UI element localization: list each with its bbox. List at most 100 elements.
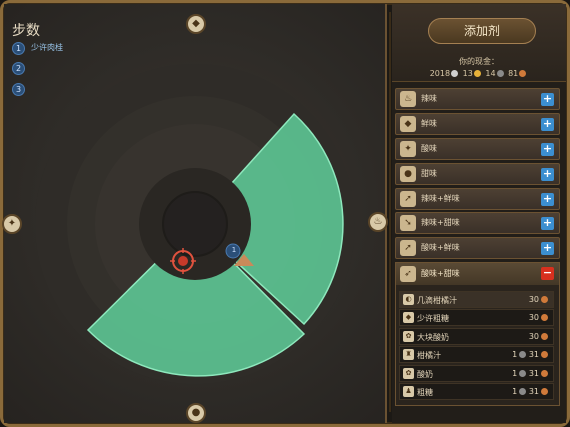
flavor-label: 酸味+鲜味 xyxy=(421,243,460,253)
silver-coin-icon xyxy=(451,70,459,77)
ingredient-name: 大块酸奶 xyxy=(417,332,449,342)
pepper-icon: ♨ xyxy=(368,212,388,232)
current-position-dot xyxy=(178,256,188,266)
copper-coin-icon xyxy=(541,332,548,340)
step-2-badge: 2 xyxy=(12,62,25,75)
copper-coin-icon xyxy=(541,296,548,303)
meat-icon: ◆ xyxy=(186,14,206,34)
add-additive-button[interactable]: 添加剂 xyxy=(428,18,536,44)
flavor-board[interactable]: 步数 1 少许肉桂 2 3 1 ◆ ♨ ✦ ● xyxy=(2,4,388,423)
ingredient-name: 酸奶 xyxy=(417,369,433,379)
expand-plus-button[interactable]: + xyxy=(541,217,554,231)
meat-icon: ◆ xyxy=(400,115,416,132)
ingredient-row[interactable]: ✿ 酸奶 1 31 xyxy=(399,364,554,382)
divider xyxy=(389,12,391,412)
expand-plus-button[interactable]: + xyxy=(541,242,554,256)
flavor-label: 鲜味 xyxy=(421,118,437,128)
flavor-label: 辣味+甜味 xyxy=(421,218,460,228)
flavor-label: 甜味 xyxy=(421,168,437,178)
cash-label: 你的现金： xyxy=(459,57,499,66)
price-value: 30 xyxy=(528,295,539,304)
quantity-value: 1 xyxy=(512,368,518,378)
expand-plus-button[interactable]: + xyxy=(541,167,554,181)
expanded-flavor-label: 酸味+甜味 xyxy=(421,269,460,278)
ingredient-row[interactable]: ♟ 粗糖 1 31 xyxy=(399,382,554,400)
cash-value-d: 81 xyxy=(508,69,519,78)
price-value: 31 xyxy=(528,386,539,396)
arrow-combo-icon: ➘ xyxy=(400,215,416,232)
quantity-value: 1 xyxy=(512,350,518,360)
step-marker-number: 1 xyxy=(231,246,237,254)
cash-row: 2018 13 14 81 xyxy=(392,69,566,78)
ingredient-price: 30 xyxy=(529,332,548,341)
sour-sweet-icon: ➶ xyxy=(400,266,416,282)
ingredient-price: 30 xyxy=(529,313,548,322)
sour-icon: ✦ xyxy=(400,140,416,157)
price-value: 30 xyxy=(528,331,539,341)
expand-plus-button[interactable]: + xyxy=(541,93,554,106)
ingredient-name: 几滴柑橘汁 xyxy=(417,296,457,305)
ingredient-row[interactable]: ◆ 少许粗糖 30 xyxy=(399,309,554,327)
additives-panel: 添加剂 你的现金： 2018 13 14 81 ♨ 辣味 + ◆ 鲜味 + ✦ … xyxy=(392,4,566,423)
steps-title: 步数 xyxy=(12,23,40,39)
step-3-badge: 3 xyxy=(12,83,25,96)
cash-value-a: 2018 xyxy=(429,69,451,78)
ingredient-row[interactable]: ✿ 大块酸奶 30 xyxy=(399,327,554,345)
expand-plus-button[interactable]: + xyxy=(541,142,554,156)
price-value: 31 xyxy=(528,368,539,378)
ingredient-row[interactable]: ◐ 几滴柑橘汁 30 xyxy=(399,291,554,308)
flavor-label: 辣味 xyxy=(421,94,437,103)
citrus-drops-icon: ◐ xyxy=(403,294,414,305)
flavor-row[interactable]: ✦ 酸味 + xyxy=(395,137,560,160)
copper-coin-icon xyxy=(541,369,548,377)
panel-header: 添加剂 你的现金： 2018 13 14 81 xyxy=(392,4,566,82)
flavor-row[interactable]: ➘ 辣味+甜味 + xyxy=(395,212,560,235)
flavor-row[interactable]: ♨ 辣味 + xyxy=(395,88,560,110)
ingredient-price: 1 31 xyxy=(512,387,548,396)
ingredient-price: 1 31 xyxy=(512,350,548,359)
quantity-value: 1 xyxy=(512,386,518,396)
expand-plus-button[interactable]: + xyxy=(541,117,554,131)
gold-coin-icon xyxy=(473,70,481,77)
gem-icon xyxy=(519,369,527,377)
flavor-label: 辣味+鲜味 xyxy=(421,193,460,203)
expanded-flavor-header[interactable]: ➶ 酸味+甜味 − xyxy=(396,263,559,285)
ingredient-name: 柑橘汁 xyxy=(417,351,441,361)
sweet-icon: ● xyxy=(400,165,416,182)
cash-value-b: 13 xyxy=(462,69,473,78)
pepper-icon: ♨ xyxy=(400,91,416,107)
gem-icon xyxy=(519,387,527,395)
arrow-combo-icon: ➚ xyxy=(400,190,416,207)
sour-icon: ✦ xyxy=(2,214,22,234)
center-core xyxy=(162,191,228,257)
ingredient-name: 少许粗糖 xyxy=(417,314,449,324)
sweet-icon: ● xyxy=(186,403,206,423)
flavor-label: 酸味 xyxy=(421,143,437,153)
expand-plus-button[interactable]: + xyxy=(541,192,554,206)
yogurt-icon: ✿ xyxy=(403,367,414,379)
flavor-row[interactable]: ● 甜味 + xyxy=(395,162,560,185)
gem-icon xyxy=(519,351,527,359)
flavor-row[interactable]: ➚ 辣味+鲜味 + xyxy=(395,187,560,210)
expanded-flavor-group: ➶ 酸味+甜味 − ◐ 几滴柑橘汁 30 ◆ 少许粗糖 30 ✿ 大块酸奶 30… xyxy=(395,262,560,406)
copper-coin-icon xyxy=(519,70,527,77)
flavor-row[interactable]: ◆ 鲜味 + xyxy=(395,112,560,135)
flavor-row[interactable]: ➚ 酸味+鲜味 + xyxy=(395,237,560,260)
step-1-label: 少许肉桂 xyxy=(31,43,63,52)
price-value: 31 xyxy=(528,350,539,360)
board-graphic xyxy=(35,64,355,384)
ingredient-row[interactable]: ♜ 柑橘汁 1 31 xyxy=(399,346,554,364)
copper-coin-icon xyxy=(541,387,548,395)
gem-icon xyxy=(496,70,504,77)
copper-coin-icon xyxy=(541,351,548,359)
arrow-combo-icon: ➚ xyxy=(400,240,416,257)
citrus-juice-icon: ♜ xyxy=(403,349,414,361)
sugar-pinch-icon: ◆ xyxy=(403,312,414,324)
collapse-minus-button[interactable]: − xyxy=(541,267,554,280)
copper-coin-icon xyxy=(541,314,548,322)
ingredient-price: 1 31 xyxy=(512,369,548,378)
price-value: 30 xyxy=(528,313,539,323)
cash-value-c: 14 xyxy=(485,69,496,78)
ingredient-name: 粗糖 xyxy=(417,387,433,397)
ingredient-list: ◐ 几滴柑橘汁 30 ◆ 少许粗糖 30 ✿ 大块酸奶 30 ♜ 柑橘汁 1 3… xyxy=(399,291,556,401)
